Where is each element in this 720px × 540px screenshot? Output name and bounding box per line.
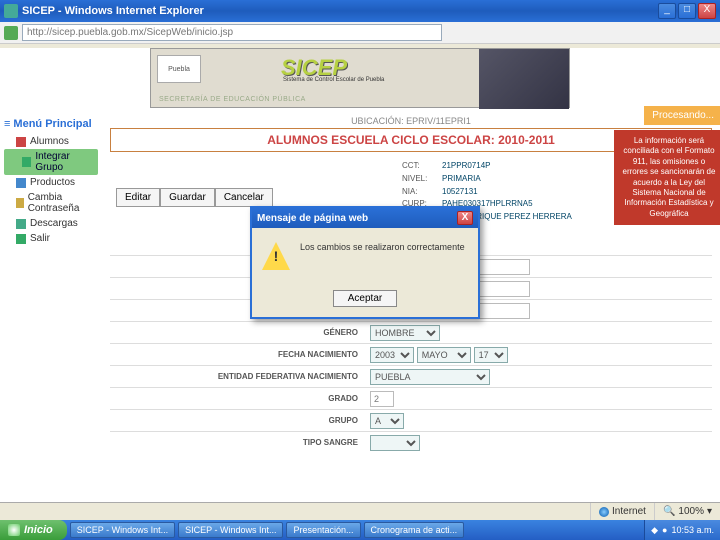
- taskbar-button[interactable]: Cronograma de acti...: [364, 522, 465, 538]
- fnac-month-select[interactable]: MAYO: [417, 347, 471, 363]
- sep-label: SECRETARÍA DE EDUCACIÓN PÚBLICA: [159, 96, 306, 103]
- app-icon: [4, 4, 18, 18]
- legal-warning: La información será conciliada con el Fo…: [614, 130, 720, 225]
- field-label-genero: GÉNERO: [110, 328, 370, 337]
- sidebar-label: Cambia Contraseña: [28, 192, 96, 214]
- zone-label: Internet: [612, 506, 646, 517]
- nia-value: 10527131: [442, 187, 478, 196]
- sidebar-item-alumnos[interactable]: Alumnos: [4, 134, 98, 149]
- taskbar-button[interactable]: SICEP - Windows Int...: [70, 522, 175, 538]
- internet-icon: [599, 507, 609, 517]
- alert-dialog: Mensaje de página web X Los cambios se r…: [250, 206, 480, 319]
- field-label-sangre: TIPO SANGRE: [110, 438, 370, 447]
- tray-icon[interactable]: ◆: [651, 525, 658, 536]
- menu-header: Menú Principal: [4, 118, 98, 130]
- dialog-message: Los cambios se realizaron correctamente: [300, 242, 465, 252]
- fnac-year-select[interactable]: 2003: [370, 347, 414, 363]
- sidebar-item-cambia-contrasena[interactable]: Cambia Contraseña: [4, 190, 98, 216]
- genero-select[interactable]: HOMBRE: [370, 325, 440, 341]
- app-tagline: Sistema de Control Escolar de Puebla: [283, 77, 384, 83]
- loading-badge: Procesando...: [644, 106, 720, 125]
- nivel-value: PRIMARIA: [442, 174, 481, 183]
- system-tray[interactable]: ◆ ● 10:53 a.m.: [644, 520, 720, 540]
- url-input[interactable]: [22, 24, 442, 41]
- save-button[interactable]: Guardar: [160, 188, 215, 207]
- breadcrumb: UBICACIÓN: EPRIV/11EPRI1: [110, 116, 712, 126]
- zone-indicator: Internet: [590, 503, 654, 520]
- cct-value: 21PPR0714P: [442, 161, 490, 170]
- sidebar-label: Descargas: [30, 218, 78, 229]
- dialog-title: Mensaje de página web: [257, 213, 368, 224]
- nia-label: NIA:: [402, 186, 442, 199]
- window-title: SICEP - Windows Internet Explorer: [22, 5, 658, 17]
- entidad-select[interactable]: PUEBLA: [370, 369, 490, 385]
- dialog-titlebar: Mensaje de página web X: [252, 208, 478, 228]
- grupo-select[interactable]: A: [370, 413, 404, 429]
- go-icon: [4, 26, 18, 40]
- fnac-day-select[interactable]: 17: [474, 347, 508, 363]
- ie-status-bar: Internet 🔍100% ▾: [0, 502, 720, 520]
- sidebar-item-productos[interactable]: Productos: [4, 175, 98, 190]
- address-bar: [0, 22, 720, 44]
- start-button[interactable]: Inicio: [0, 520, 67, 540]
- nivel-label: NIVEL:: [402, 173, 442, 186]
- maximize-button[interactable]: □: [678, 3, 696, 19]
- zoom-indicator[interactable]: 🔍100% ▾: [654, 503, 720, 520]
- warning-icon: [262, 242, 290, 270]
- banner-photo: [479, 49, 569, 109]
- puebla-logo: Puebla: [157, 55, 201, 83]
- sidebar-item-salir[interactable]: Salir: [4, 231, 98, 246]
- cancel-button[interactable]: Cancelar: [215, 188, 273, 207]
- minimize-button[interactable]: _: [658, 3, 676, 19]
- sidebar-label: Alumnos: [30, 136, 69, 147]
- field-label-entidad: ENTIDAD FEDERATIVA NACIMIENTO: [110, 372, 370, 381]
- window-titlebar: SICEP - Windows Internet Explorer _ □ X: [0, 0, 720, 22]
- tray-icon[interactable]: ●: [662, 525, 667, 535]
- sidebar-label: Productos: [30, 177, 75, 188]
- header-banner: Puebla SICEP Sistema de Control Escolar …: [150, 48, 570, 108]
- sidebar-item-integrar-grupo[interactable]: Integrar Grupo: [4, 149, 98, 175]
- windows-taskbar: Inicio SICEP - Windows Int... SICEP - Wi…: [0, 520, 720, 540]
- taskbar-button[interactable]: Presentación...: [286, 522, 360, 538]
- sangre-select[interactable]: [370, 435, 420, 451]
- clock: 10:53 a.m.: [671, 525, 714, 535]
- field-label-grupo: GRUPO: [110, 416, 370, 425]
- zoom-value: 100%: [678, 506, 704, 517]
- grado-input[interactable]: [370, 391, 394, 407]
- sidebar-item-descargas[interactable]: Descargas: [4, 216, 98, 231]
- dialog-close-button[interactable]: X: [457, 211, 473, 225]
- sidebar-label: Salir: [30, 233, 50, 244]
- taskbar-button[interactable]: SICEP - Windows Int...: [178, 522, 283, 538]
- field-label-fecha-nac: FECHA NACIMIENTO: [110, 350, 370, 359]
- edit-button[interactable]: Editar: [116, 188, 160, 207]
- close-button[interactable]: X: [698, 3, 716, 19]
- field-label-grado: GRADO: [110, 394, 370, 403]
- cct-label: CCT:: [402, 160, 442, 173]
- sidebar-label: Integrar Grupo: [35, 151, 96, 173]
- dialog-ok-button[interactable]: Aceptar: [333, 290, 397, 307]
- sidebar: Menú Principal Alumnos Integrar Grupo Pr…: [0, 112, 102, 524]
